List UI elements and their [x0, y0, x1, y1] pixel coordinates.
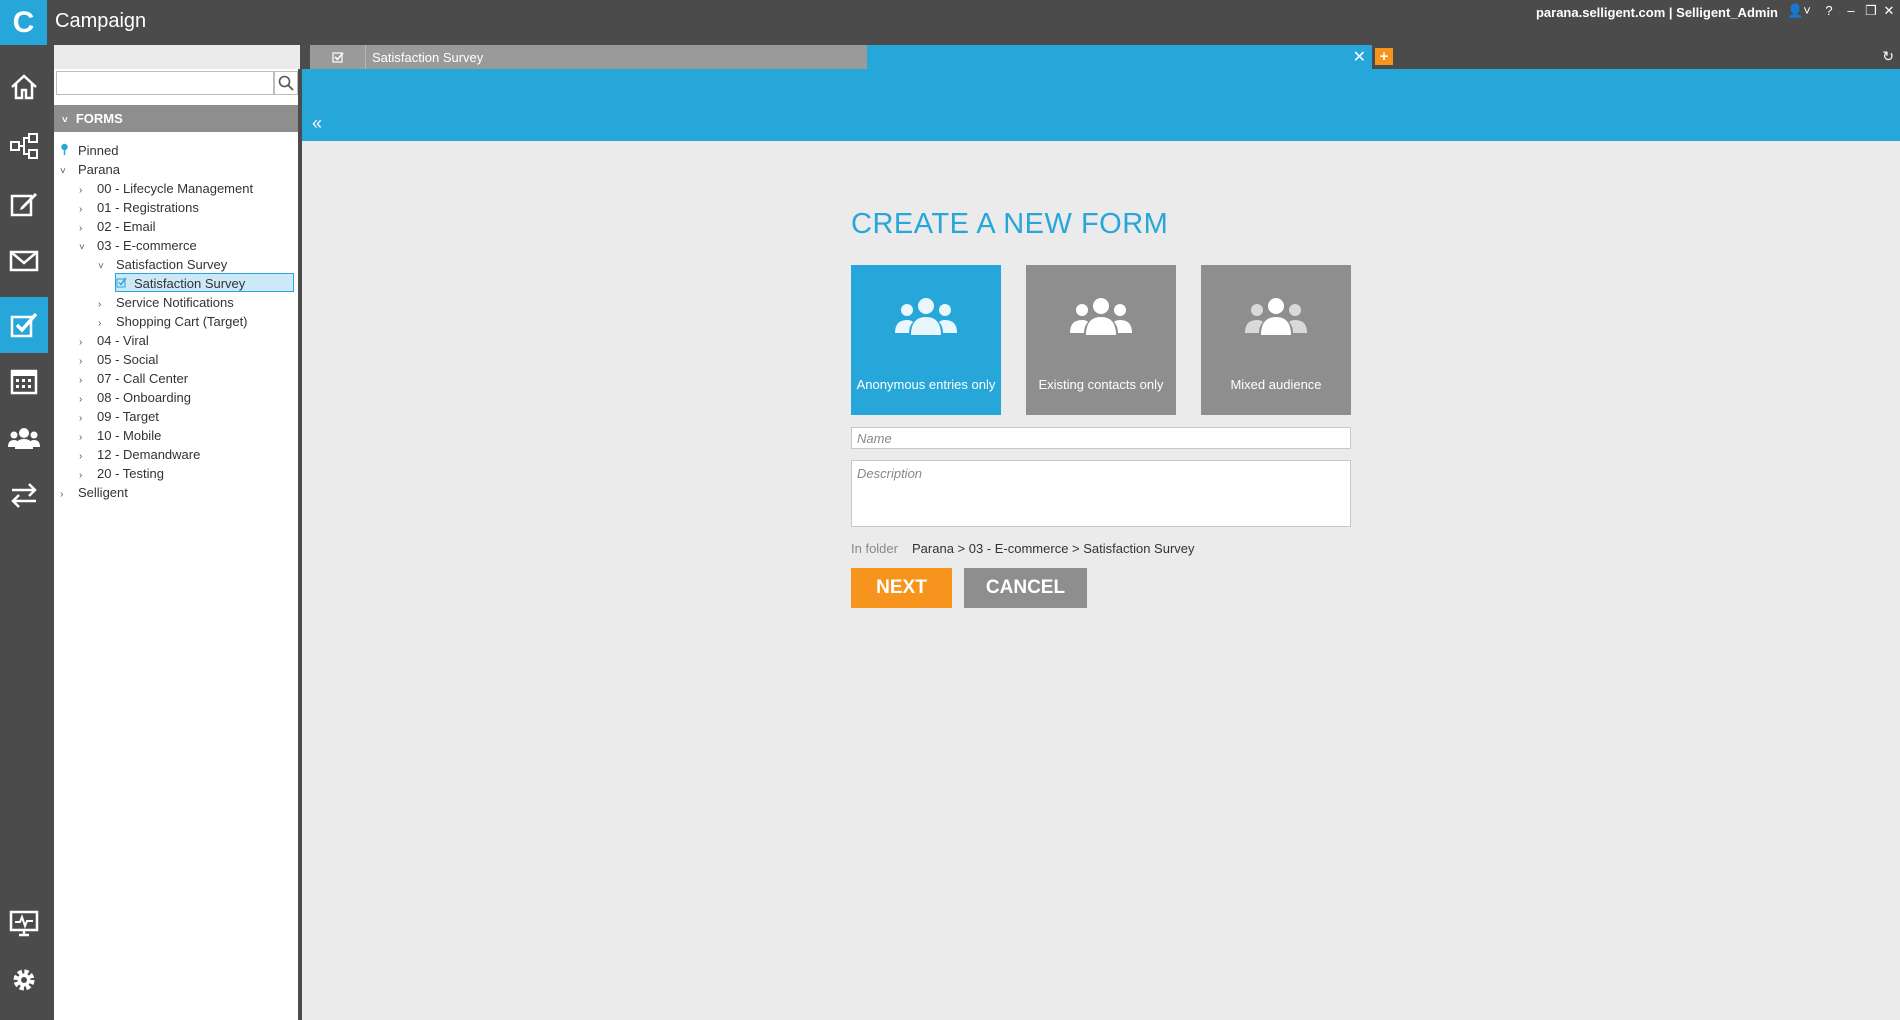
editor-icon[interactable] — [0, 176, 48, 232]
tree-item-label: Selligent — [78, 485, 128, 500]
chevron-down-icon[interactable]: ˅ — [60, 162, 78, 181]
tree-item-label: Satisfaction Survey — [116, 257, 228, 272]
next-button[interactable]: NEXT — [851, 568, 952, 608]
forms-icon[interactable] — [0, 297, 48, 353]
tree-item-folder[interactable]: › 04 - Viral — [79, 331, 149, 350]
audience-mixed-card[interactable]: Mixed audience — [1201, 265, 1351, 415]
email-icon[interactable] — [0, 233, 48, 289]
tree-item-folder[interactable]: ˅ 03 - E-commerce — [79, 236, 197, 255]
sync-icon[interactable] — [0, 467, 48, 523]
page-title: CREATE A NEW FORM — [851, 208, 1169, 240]
tree-item-label: 12 - Demandware — [97, 447, 201, 462]
content-header: « — [302, 69, 1900, 141]
tree-item-label: Satisfaction Survey — [134, 276, 246, 291]
audience-option-label: Existing contacts only — [1038, 377, 1164, 392]
tree-item-label: 04 - Viral — [97, 333, 149, 348]
close-tab-icon[interactable]: ✕ — [1353, 47, 1366, 67]
folder-path: Parana > 03 - E-commerce > Satisfaction … — [912, 541, 1195, 556]
audience-option-label: Mixed audience — [1230, 377, 1322, 392]
collapse-panel-icon[interactable]: « — [312, 113, 322, 134]
tree-item-label: 05 - Social — [97, 352, 159, 367]
name-field[interactable] — [851, 427, 1351, 449]
tab-form-icon[interactable] — [310, 45, 365, 69]
tree-item-folder[interactable]: › 02 - Email — [79, 217, 156, 236]
folder-label: In folder — [851, 541, 898, 556]
panel-divider[interactable] — [298, 69, 302, 1020]
tab-bar: Satisfaction Survey ✕ + ↻ — [300, 45, 1900, 69]
tree-item-label: 08 - Onboarding — [97, 390, 191, 405]
description-field[interactable] — [851, 460, 1351, 527]
tree-item-label: 01 - Registrations — [97, 200, 199, 215]
app-logo: C — [0, 0, 47, 45]
calendar-icon[interactable] — [0, 353, 48, 409]
tree-item-selligent[interactable]: › Selligent — [60, 483, 128, 502]
chevron-down-icon[interactable]: ˅ — [98, 257, 116, 276]
nav-rail — [0, 45, 54, 1020]
tree-item-parana[interactable]: ˅ Parana — [60, 160, 120, 179]
tree-item-folder[interactable]: › Service Notifications — [98, 293, 234, 312]
tree-item-label: 20 - Testing — [97, 466, 164, 481]
tree-item-folder[interactable]: ˅ Satisfaction Survey — [98, 255, 227, 274]
tree-item-label: 09 - Target — [97, 409, 159, 424]
tree-item-folder[interactable]: › 07 - Call Center — [79, 369, 188, 388]
tree-item-folder[interactable]: › 01 - Registrations — [79, 198, 199, 217]
audience-icon — [895, 298, 957, 335]
audience-option-label: Anonymous entries only — [856, 377, 996, 392]
account-label: parana.selligent.com | Selligent_Admin — [1535, 5, 1778, 20]
tree-item-label: Parana — [78, 162, 120, 177]
tree-item-label: Shopping Cart (Target) — [116, 314, 248, 329]
tree-item-folder[interactable]: › 09 - Target — [79, 407, 159, 426]
audience-existing-card[interactable]: Existing contacts only — [1026, 265, 1176, 415]
refresh-icon[interactable]: ↻ — [1882, 48, 1894, 65]
tab-satisfaction-survey[interactable]: Satisfaction Survey — [365, 45, 867, 69]
tree-item-label: 03 - E-commerce — [97, 238, 197, 253]
tree-item-folder[interactable]: › 20 - Testing — [79, 464, 164, 483]
tree-item-label: 10 - Mobile — [97, 428, 162, 443]
audience-icon — [1070, 298, 1132, 335]
settings-gear-icon[interactable] — [0, 952, 48, 1008]
forms-tree-panel: ˅ FORMS Pinned ˅ Parana › 00 - Lifecycle Ma… — [54, 69, 298, 1020]
tab-new-form[interactable]: ✕ — [867, 45, 1372, 69]
home-icon[interactable] — [0, 59, 48, 115]
close-window-icon[interactable]: ✕ — [1880, 3, 1898, 19]
tree-item-folder[interactable]: › 08 - Onboarding — [79, 388, 191, 407]
add-tab-icon[interactable]: + — [1375, 48, 1393, 65]
tree-item-label: Service Notifications — [116, 295, 234, 310]
monitor-icon[interactable] — [0, 895, 48, 951]
user-menu-icon[interactable]: 👤˅ — [1786, 3, 1812, 19]
help-icon[interactable]: ? — [1820, 3, 1838, 18]
journey-icon[interactable] — [0, 118, 48, 174]
tree-item-folder[interactable]: › 10 - Mobile — [79, 426, 161, 445]
chevron-right-icon[interactable]: › — [60, 485, 78, 504]
tree-search-input[interactable] — [56, 71, 274, 95]
tree-item-folder[interactable]: › 05 - Social — [79, 350, 158, 369]
tree-item-folder[interactable]: › 00 - Lifecycle Management — [79, 179, 253, 198]
audience-icon — [1245, 298, 1307, 335]
tree-item-selected-form[interactable]: Satisfaction Survey — [115, 273, 294, 292]
cancel-button[interactable]: CANCEL — [964, 568, 1087, 608]
tree-item-folder[interactable]: › 12 - Demandware — [79, 445, 200, 464]
app-title: Campaign — [55, 10, 147, 32]
maximize-icon[interactable]: ❐ — [1862, 3, 1880, 19]
section-title: FORMS — [75, 111, 123, 126]
tree-item-pinned[interactable]: Pinned — [60, 141, 118, 160]
tree-item-label: 07 - Call Center — [97, 371, 189, 386]
audience-icon[interactable] — [0, 411, 48, 467]
tree-item-label: 00 - Lifecycle Management — [97, 181, 254, 196]
search-icon[interactable] — [274, 71, 298, 95]
chevron-down-icon[interactable]: ˅ — [79, 238, 97, 257]
tree-item-label: Pinned — [78, 143, 119, 158]
minimize-icon[interactable]: – — [1842, 3, 1860, 18]
tree-item-folder[interactable]: › Shopping Cart (Target) — [98, 312, 248, 331]
chevron-down-icon: ˅ — [62, 115, 68, 126]
tree-item-label: 02 - Email — [97, 219, 156, 234]
title-bar: C Campaign parana.selligent.com | Sellig… — [0, 0, 1900, 45]
audience-anonymous-card[interactable]: Anonymous entries only — [851, 265, 1001, 415]
forms-section-header[interactable]: ˅ FORMS — [54, 105, 298, 132]
